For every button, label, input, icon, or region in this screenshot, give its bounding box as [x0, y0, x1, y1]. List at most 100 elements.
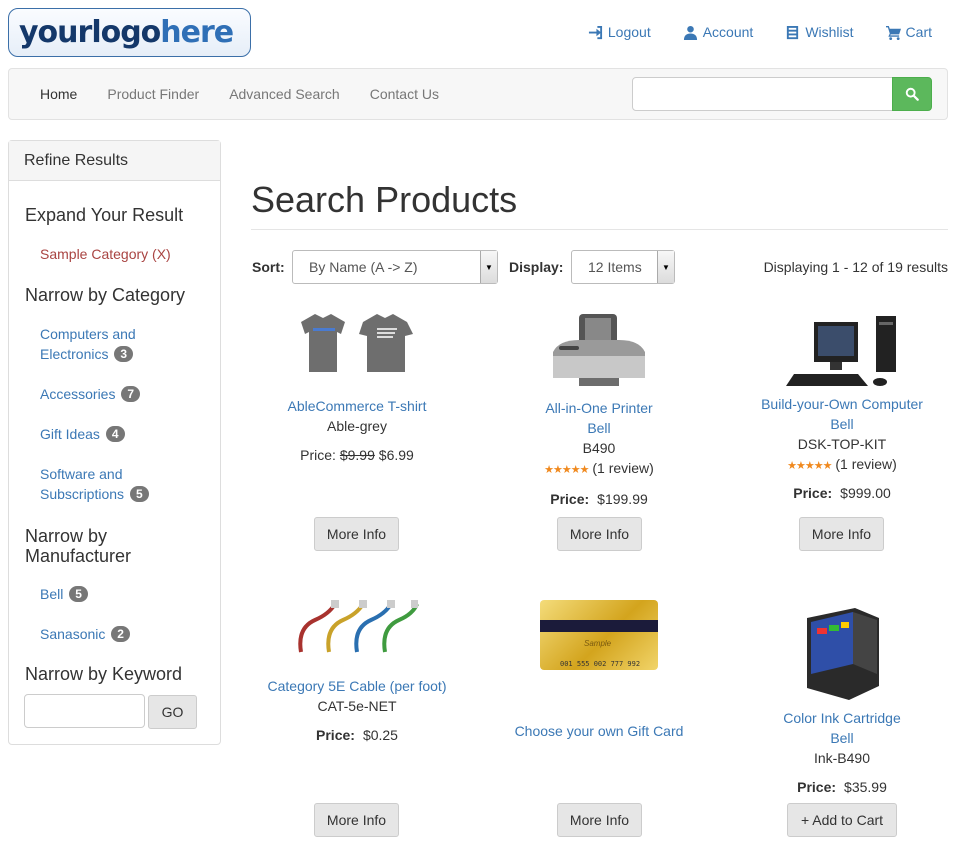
sort-label: Sort: — [252, 259, 285, 275]
more-info-button[interactable]: More Info — [557, 803, 642, 837]
manufacturer-link-sanasonic[interactable]: Sanasonic 2 — [40, 624, 130, 644]
display-select[interactable]: 12 Items ▼ — [571, 250, 675, 284]
more-info-button[interactable]: More Info — [314, 803, 399, 837]
main-navbar: Home Product Finder Advanced Search Cont… — [8, 68, 948, 120]
product-name-line2: Bell — [830, 730, 854, 746]
count-badge: 7 — [121, 386, 141, 402]
product-name-link[interactable]: Choose your own Gift Card — [484, 721, 714, 741]
price-label: Price: — [797, 779, 837, 795]
nav-advanced-search[interactable]: Advanced Search — [214, 86, 355, 102]
logout-link[interactable]: Logout — [588, 24, 651, 40]
product-name-link[interactable]: AbleCommerce T-shirt — [242, 396, 472, 416]
count-badge: 3 — [114, 346, 134, 362]
keyword-input[interactable] — [24, 694, 145, 728]
price-label: Price: — [793, 485, 833, 501]
manufacturer-label: Bell — [40, 586, 64, 602]
product-card: Build-your-Own Computer Bell DSK-TOP-KIT… — [727, 312, 957, 503]
cart-link[interactable]: Cart — [885, 24, 932, 40]
product-name-link[interactable]: Category 5E Cable (per foot) — [242, 676, 472, 696]
product-price: Price: $0.25 — [242, 725, 472, 745]
logo-text-part2: here — [160, 15, 234, 50]
title-divider — [251, 229, 948, 230]
manufacturer-link-bell[interactable]: Bell 5 — [40, 584, 88, 604]
add-to-cart-button[interactable]: + Add to Cart — [787, 803, 897, 837]
chevron-down-icon: ▼ — [657, 251, 674, 283]
product-card: Color Ink Cartridge Bell Ink-B490 Price:… — [727, 604, 957, 797]
account-link[interactable]: Account — [683, 24, 754, 40]
wishlist-link[interactable]: Wishlist — [785, 24, 854, 40]
page-title: Search Products — [251, 179, 518, 220]
manufacturer-heading-line1: Narrow by — [25, 526, 108, 546]
nav-product-finder[interactable]: Product Finder — [92, 86, 214, 102]
search-input[interactable] — [632, 77, 893, 111]
more-info-button[interactable]: More Info — [799, 517, 884, 551]
product-name-line1: All-in-One Printer — [545, 400, 653, 416]
sort-select[interactable]: By Name (A -> Z) ▼ — [292, 250, 498, 284]
user-icon — [683, 25, 697, 40]
product-card: Sample 001 555 002 777 992 Choose your o… — [484, 600, 714, 741]
sidebar-title: Refine Results — [9, 141, 220, 181]
tshirt-image[interactable] — [297, 312, 417, 374]
cable-image[interactable] — [295, 598, 419, 658]
keyword-go-button[interactable]: GO — [148, 695, 197, 729]
ink-cartridge-image[interactable] — [797, 604, 887, 704]
wishlist-label: Wishlist — [805, 24, 854, 40]
product-sku: Able-grey — [327, 418, 387, 434]
product-sku: B490 — [582, 440, 616, 456]
card-stripe — [540, 620, 658, 632]
product-old-price: $9.99 — [339, 447, 375, 463]
site-logo[interactable]: yourlogohere — [8, 8, 251, 57]
search-button[interactable] — [892, 77, 932, 111]
card-sample-text: Sample — [584, 639, 612, 648]
nav-contact-us[interactable]: Contact Us — [355, 86, 454, 102]
display-label: Display: — [509, 259, 564, 275]
account-label: Account — [702, 24, 754, 40]
logo-text-part1: yourlogo — [19, 15, 161, 50]
printer-image[interactable] — [549, 312, 649, 392]
logout-label: Logout — [607, 24, 651, 40]
refine-sidebar: Refine Results Expand Your Result Sample… — [8, 140, 221, 745]
more-info-button[interactable]: More Info — [314, 517, 399, 551]
category-label: Gift Ideas — [40, 426, 100, 442]
product-price-value: $199.99 — [597, 491, 648, 507]
computer-image[interactable] — [786, 312, 898, 388]
product-name-line2: Bell — [587, 420, 611, 436]
gift-card-image[interactable]: Sample 001 555 002 777 992 — [540, 600, 658, 670]
category-label: Software and — [40, 466, 123, 482]
price-label: Price: — [550, 491, 590, 507]
count-badge: 5 — [129, 486, 149, 502]
product-name-link[interactable]: Color Ink Cartridge Bell — [727, 708, 957, 748]
product-name-line1: Build-your-Own Computer — [761, 396, 923, 412]
category-label: Computers and — [40, 326, 136, 342]
count-badge: 4 — [105, 426, 125, 442]
rating-stars: ★★★★★ — [787, 460, 832, 472]
manufacturer-label: Sanasonic — [40, 626, 106, 642]
price-label: Price: — [300, 447, 336, 463]
category-label: Electronics — [40, 346, 109, 362]
category-link-accessories[interactable]: Accessories 7 — [40, 384, 141, 404]
expand-heading: Expand Your Result — [25, 205, 184, 225]
product-price: Price: $9.99 $6.99 — [242, 445, 472, 465]
category-link-software[interactable]: Software and Subscriptions 5 — [40, 464, 149, 504]
count-badge: 5 — [69, 586, 88, 602]
product-name-link[interactable]: All-in-One Printer Bell — [484, 398, 714, 438]
product-price-value: $999.00 — [840, 485, 891, 501]
search-icon — [905, 87, 919, 101]
card-number: 001 555 002 777 992 — [560, 660, 641, 668]
manufacturer-heading-line2: Manufacturer — [25, 546, 132, 566]
count-badge: 2 — [111, 626, 130, 642]
category-link-computers[interactable]: Computers and Electronics 3 — [40, 324, 136, 364]
list-icon — [787, 25, 799, 39]
more-info-button[interactable]: More Info — [557, 517, 642, 551]
product-card: All-in-One Printer Bell B490 ★★★★★ (1 re… — [484, 312, 714, 509]
logo-text: yourlogohere — [19, 15, 234, 50]
remove-category-filter[interactable]: Sample Category (X) — [40, 244, 171, 264]
product-price: Price: $999.00 — [727, 483, 957, 503]
nav-home[interactable]: Home — [25, 86, 92, 102]
product-name-link[interactable]: Build-your-Own Computer Bell — [727, 394, 957, 434]
product-rating: ★★★★★ (1 review) — [484, 458, 714, 480]
category-link-gift-ideas[interactable]: Gift Ideas 4 — [40, 424, 125, 444]
category-label: Accessories — [40, 386, 116, 402]
category-heading: Narrow by Category — [25, 285, 186, 305]
review-count: (1 review) — [835, 456, 897, 472]
